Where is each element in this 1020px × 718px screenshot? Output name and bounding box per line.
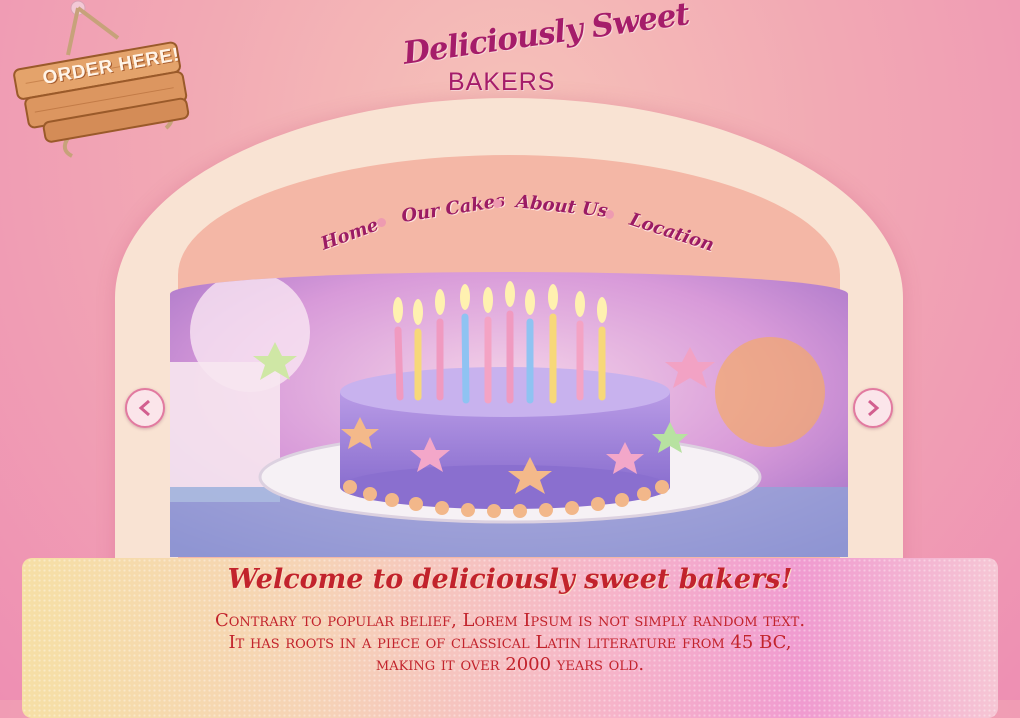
nav-separator-dot <box>605 210 614 219</box>
logo-script-text: Deliciously Sweet <box>400 0 692 72</box>
welcome-line: Contrary to popular belief, Lorem Ipsum … <box>214 610 806 631</box>
hero-slider-image <box>170 272 848 557</box>
slider-next-button[interactable] <box>853 388 893 428</box>
order-here-sign[interactable]: ORDER HERE! <box>8 0 193 165</box>
welcome-text: Contrary to popular belief, Lorem Ipsum … <box>22 610 998 676</box>
wooden-sign-icon <box>13 0 190 158</box>
birthday-cake-image <box>170 272 848 557</box>
chevron-left-icon <box>138 399 150 417</box>
logo-bakers-text: BAKERS <box>448 68 556 96</box>
nav-separator-dot <box>377 218 386 227</box>
welcome-panel: Welcome to deliciously sweet bakers! Con… <box>22 558 998 718</box>
welcome-line: It has roots in a piece of classical Lat… <box>228 632 792 653</box>
welcome-title: Welcome to deliciously sweet bakers! <box>227 564 793 595</box>
slider-prev-button[interactable] <box>125 388 165 428</box>
bakery-logo[interactable]: Deliciously Sweet BAKERS <box>396 0 691 100</box>
chevron-right-icon <box>868 399 880 417</box>
nav-separator-dot <box>493 199 502 208</box>
welcome-line: making it over 2000 years old. <box>375 654 645 675</box>
